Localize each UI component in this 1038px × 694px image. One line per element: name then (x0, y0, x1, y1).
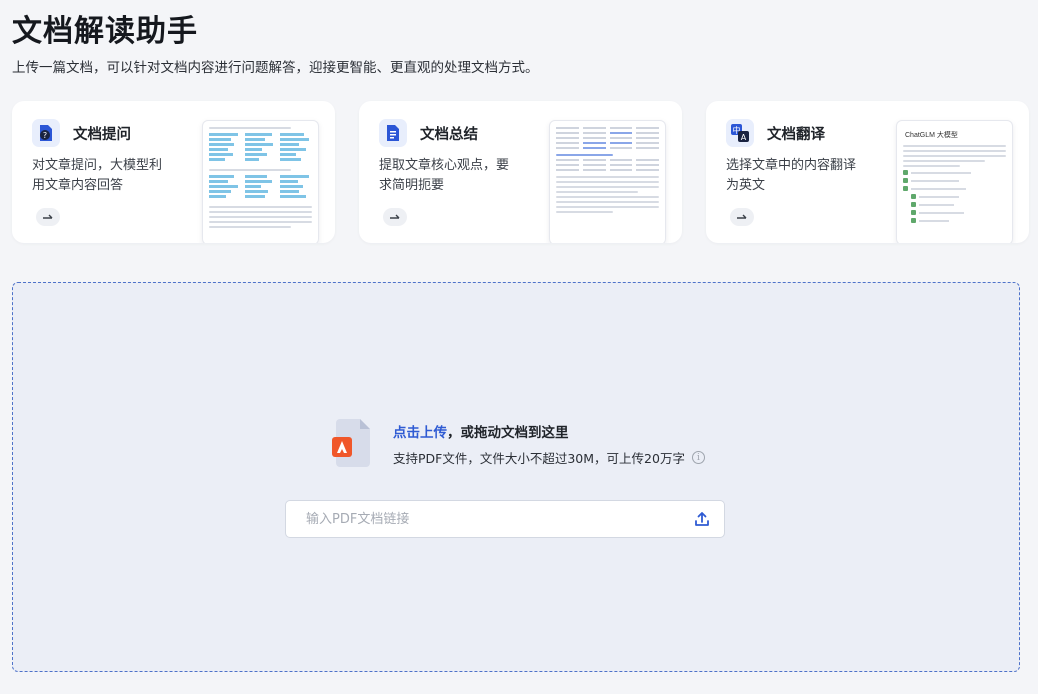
upload-dropzone[interactable]: 点击上传，或拖动文档到这里 支持PDF文件，文件大小不超过30M，可上传20万字… (12, 282, 1020, 672)
arrow-right-icon[interactable] (383, 208, 407, 226)
svg-text:A: A (741, 133, 747, 142)
info-icon[interactable]: i (691, 451, 705, 464)
arrow-right-icon[interactable] (36, 208, 60, 226)
translate-icon: 中 A (726, 119, 754, 147)
page-title: 文档解读助手 (12, 14, 198, 49)
click-upload-link[interactable]: 点击上传 (393, 425, 447, 441)
card-description: 提取文章核心观点，要求简明扼要 (379, 158, 510, 193)
card-description: 选择文章中的内容翻译为英文 (726, 158, 857, 193)
pdf-file-icon (332, 419, 370, 467)
upload-hint: 支持PDF文件，文件大小不超过30M，可上传20万字 i (393, 448, 705, 467)
document-list-icon (379, 119, 407, 147)
card-description: 对文章提问，大模型利用文章内容回答 (32, 158, 163, 193)
card-document-summary[interactable]: 文档总结 提取文章核心观点，要求简明扼要 (359, 101, 682, 243)
card-preview-thumbnail: ChatGLM 大模型 (896, 120, 1013, 243)
thumbnail-title: ChatGLM 大模型 (905, 132, 958, 139)
card-preview-thumbnail (549, 120, 666, 243)
svg-text:?: ? (43, 131, 47, 140)
page-subtitle: 上传一篇文档，可以针对文档内容进行问题解答，迎接更智能、更直观的处理文档方式。 (12, 60, 539, 76)
card-title: 文档翻译 (767, 127, 825, 143)
upload-icon[interactable] (694, 511, 710, 527)
arrow-right-icon[interactable] (730, 208, 754, 226)
card-preview-thumbnail (202, 120, 319, 243)
drag-text: ，或拖动文档到这里 (447, 425, 569, 441)
upload-instruction: 点击上传，或拖动文档到这里 (393, 421, 569, 441)
document-question-icon: ? (32, 119, 60, 147)
upload-hint-text: 支持PDF文件，文件大小不超过30M，可上传20万字 (393, 451, 685, 466)
card-title: 文档总结 (420, 127, 478, 143)
pdf-url-box (285, 500, 725, 538)
card-title: 文档提问 (73, 127, 131, 143)
card-document-qa[interactable]: ? 文档提问 对文章提问，大模型利用文章内容回答 (12, 101, 335, 243)
pdf-url-input[interactable] (286, 501, 681, 537)
card-document-translate[interactable]: 中 A 文档翻译 选择文章中的内容翻译为英文 ChatGLM 大模型 (706, 101, 1029, 243)
